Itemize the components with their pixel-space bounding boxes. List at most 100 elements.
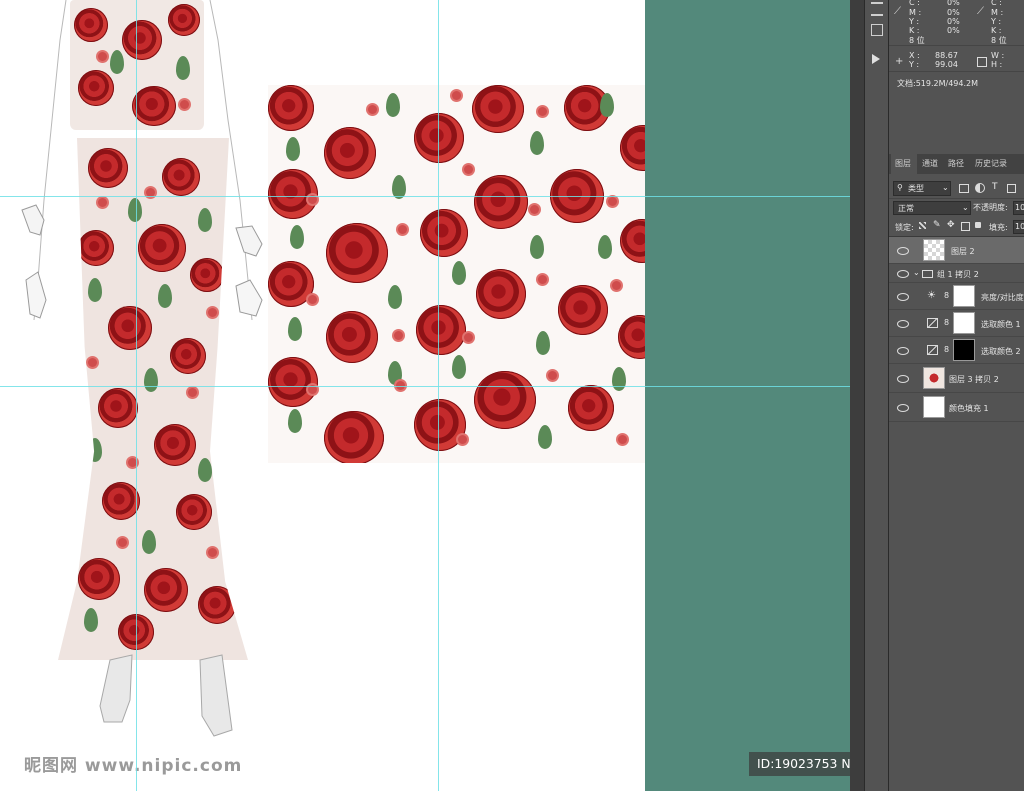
fill-label: 填充: — [989, 223, 1008, 232]
fill-value: 100 — [1015, 222, 1024, 231]
info-k-label: K : — [909, 26, 920, 35]
lock-label: 锁定: — [895, 223, 914, 232]
info-m-val: 0% — [947, 8, 960, 17]
guide-horizontal-1[interactable] — [0, 196, 850, 197]
layer-mask-thumbnail — [953, 339, 975, 361]
info-k-label-2: K : — [991, 26, 1002, 35]
blend-mode-value: 正常 — [898, 204, 914, 213]
layer-thumbnail — [923, 367, 945, 389]
eyedropper-icon[interactable]: ⟋ — [894, 6, 901, 17]
layer-name: 亮度/对比度 — [981, 293, 1024, 302]
adjust-icon[interactable] — [871, 2, 883, 16]
info-k-val: 0% — [947, 26, 960, 35]
eyedropper-icon-2[interactable]: ⟋ — [977, 6, 984, 17]
lock-artboard-icon[interactable] — [961, 222, 970, 231]
layer-mask-thumbnail — [953, 285, 975, 307]
play-icon[interactable] — [872, 54, 880, 64]
filter-pixel-icon[interactable] — [959, 184, 969, 193]
tab-layers[interactable]: 图层 — [895, 158, 911, 169]
right-panels: ⟋ C : 0% M : 0% Y : 0% K : 0% 8 位 ⟋ C : … — [888, 0, 1024, 791]
info-x-val: 88.67 — [935, 51, 958, 60]
layer-thumbnail — [923, 239, 945, 261]
guide-vertical-1[interactable] — [136, 0, 137, 791]
crosshair-icon: + — [895, 56, 904, 67]
layer-mask-thumbnail — [953, 312, 975, 334]
layer-row[interactable]: ☀ 8 亮度/对比度 — [889, 283, 1024, 310]
tab-channels[interactable]: 通道 — [922, 158, 938, 169]
search-icon: ⚲ — [897, 183, 903, 192]
filter-adjust-icon[interactable] — [975, 183, 985, 193]
bounding-box-icon — [977, 57, 987, 67]
lock-all-icon[interactable] — [975, 222, 981, 228]
info-icon[interactable] — [871, 24, 883, 36]
rose-pattern-tile — [268, 85, 645, 463]
doc-size: 文档:519.2M/494.2M — [897, 79, 978, 88]
eye-icon[interactable] — [897, 375, 909, 383]
layer-thumbnail — [923, 396, 945, 418]
opacity-label: 不透明度: — [973, 203, 1008, 212]
filter-type-icon[interactable]: T — [992, 182, 998, 192]
info-c-label-2: C : — [991, 0, 1002, 7]
tab-paths[interactable]: 路径 — [948, 158, 964, 169]
info-y-label-2: Y : — [991, 17, 1002, 26]
info-w-label: W : — [991, 51, 1005, 60]
opacity-value: 100 — [1015, 203, 1024, 212]
layer-name: 选取颜色 1 — [981, 320, 1021, 329]
panel-icon-strip — [864, 0, 889, 791]
layer-row[interactable]: 颜色填充 1 — [889, 393, 1024, 422]
info-h-label: H : — [991, 60, 1003, 69]
layer-group-row[interactable]: ⌄ 组 1 拷贝 2 — [889, 264, 1024, 283]
chevron-down-icon[interactable]: ⌄ — [913, 268, 920, 277]
lock-transparent-icon[interactable] — [919, 222, 926, 229]
link-icon: 8 — [944, 318, 950, 327]
eye-icon[interactable] — [897, 347, 909, 355]
folder-icon — [922, 270, 933, 278]
link-icon: 8 — [944, 291, 950, 300]
chevron-down-icon: ⌄ — [962, 203, 969, 212]
info-m-label: M : — [909, 8, 922, 17]
layer-name: 选取颜色 2 — [981, 347, 1021, 356]
info-c-label: C : — [909, 0, 920, 7]
eye-icon[interactable] — [897, 293, 909, 301]
layer-filter-select[interactable]: ⚲ 类型 ⌄ — [893, 181, 951, 196]
lock-paint-icon[interactable]: ✎ — [933, 220, 941, 230]
layer-name: 颜色填充 1 — [949, 404, 989, 413]
brightness-icon: ☀ — [927, 290, 936, 301]
canvas-green-fill — [645, 0, 850, 791]
tab-history[interactable]: 历史记录 — [975, 158, 1007, 169]
info-y-label: Y : — [909, 17, 920, 26]
opacity-input[interactable]: 100 — [1013, 201, 1024, 215]
canvas-scroll-gutter — [850, 0, 864, 791]
layer-name: 图层 3 拷贝 2 — [949, 375, 999, 384]
info-c-val: 0% — [947, 0, 960, 7]
info-y-label-pos: Y : — [909, 60, 920, 69]
layer-row[interactable]: 图层 2 — [889, 237, 1024, 264]
info-y-val: 0% — [947, 17, 960, 26]
info-y-val-pos: 99.04 — [935, 60, 958, 69]
guide-horizontal-2[interactable] — [0, 386, 850, 387]
guide-vertical-2[interactable] — [438, 0, 439, 791]
fill-input[interactable]: 100 — [1013, 220, 1024, 234]
info-m-label-2: M : — [991, 8, 1004, 17]
link-icon: 8 — [944, 345, 950, 354]
selective-color-icon — [927, 345, 938, 355]
info-panel: ⟋ C : 0% M : 0% Y : 0% K : 0% 8 位 ⟋ C : … — [889, 0, 1024, 96]
blend-mode-select[interactable]: 正常 ⌄ — [893, 201, 971, 215]
layer-row[interactable]: 8 选取颜色 2 — [889, 337, 1024, 364]
layer-filter-label: 类型 — [908, 184, 924, 193]
info-x-label: X : — [909, 51, 920, 60]
layer-name: 图层 2 — [951, 247, 975, 256]
eye-icon[interactable] — [897, 404, 909, 412]
eye-icon[interactable] — [897, 270, 909, 278]
document-canvas[interactable]: 昵图网 www.nipic.com — [0, 0, 645, 791]
watermark-site: 昵图网 www.nipic.com — [24, 756, 243, 776]
eye-icon[interactable] — [897, 247, 909, 255]
layer-name: 组 1 拷贝 2 — [937, 270, 979, 279]
lock-move-icon[interactable]: ✥ — [947, 220, 955, 230]
chevron-down-icon: ⌄ — [942, 183, 949, 192]
layer-row[interactable]: 图层 3 拷贝 2 — [889, 364, 1024, 393]
layer-row[interactable]: 8 选取颜色 1 — [889, 310, 1024, 337]
eye-icon[interactable] — [897, 320, 909, 328]
selective-color-icon — [927, 318, 938, 328]
filter-shape-icon[interactable] — [1007, 184, 1016, 193]
